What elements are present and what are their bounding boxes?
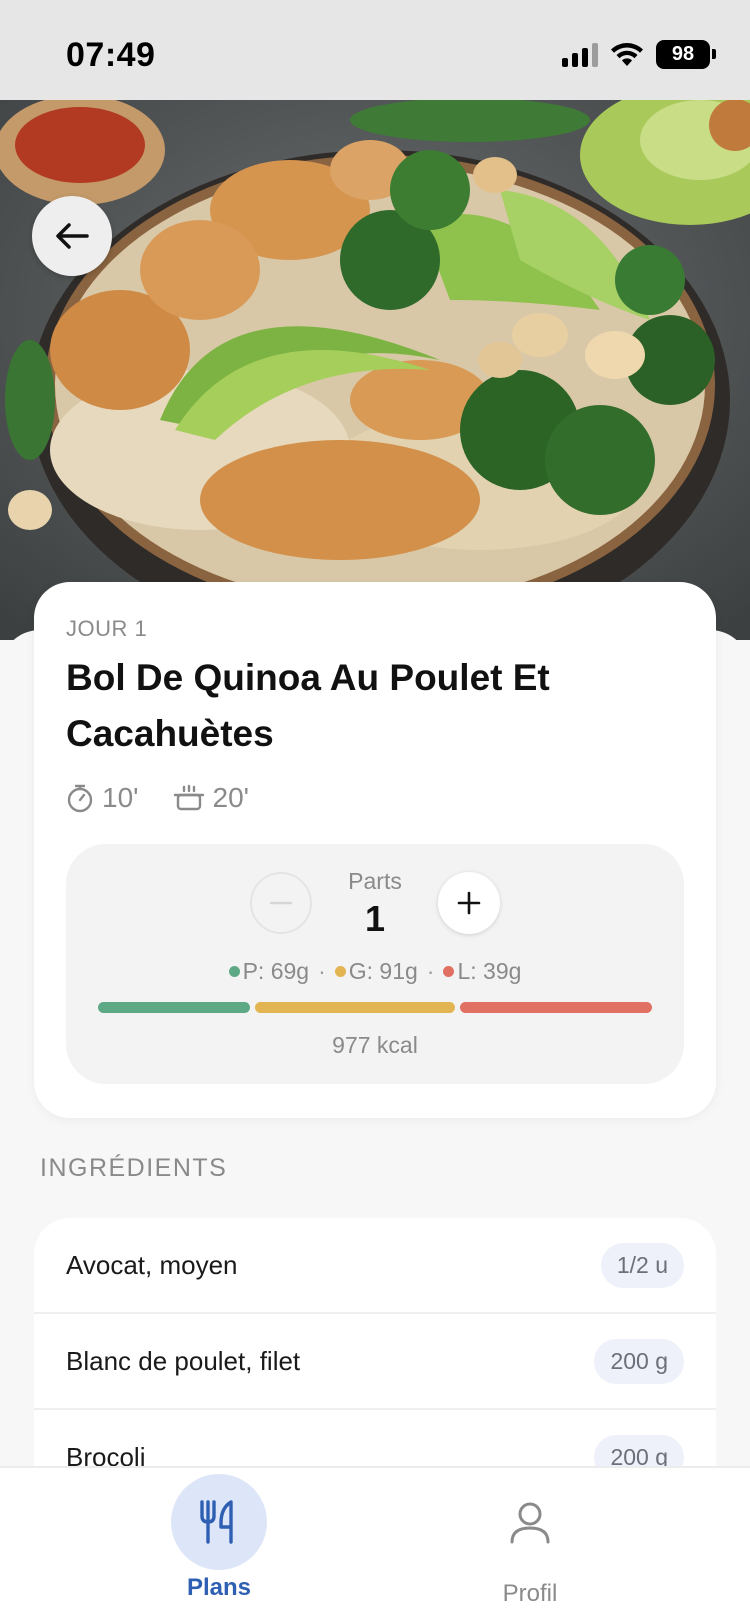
- day-label: JOUR 1: [66, 616, 148, 641]
- recipe-title: Bol De Quinoa Au Poulet Et Cacahuètes: [66, 657, 550, 754]
- kcal-total: 977 kcal: [332, 1032, 418, 1058]
- decrease-portions-button[interactable]: [250, 872, 312, 934]
- macro-distribution-bar: [98, 1002, 652, 1013]
- cook-time: 20': [173, 782, 250, 814]
- fat-segment: [460, 1002, 652, 1013]
- cook-time-value: 20': [212, 782, 250, 813]
- plus-icon: [457, 891, 481, 915]
- stopwatch-icon: [67, 784, 93, 813]
- portion-panel: Parts 1 P: 69g · G: 91g · L: 39g 977 kca…: [66, 844, 684, 1084]
- tab-plans-label: Plans: [186, 1574, 252, 1601]
- ingredients-list: Avocat, moyen 1/2 u Blanc de poulet, fil…: [34, 1218, 716, 1468]
- utensils-icon: [200, 1500, 233, 1544]
- ingredient-row[interactable]: Avocat, moyen 1/2 u: [34, 1218, 716, 1314]
- ingredient-row[interactable]: Blanc de poulet, filet 200 g: [34, 1314, 716, 1410]
- protein-macro: P: 69g: [228, 958, 310, 985]
- portions-value: 1: [364, 898, 386, 939]
- recipe-hero-image: [0, 100, 750, 640]
- macro-separator: ·: [318, 958, 326, 984]
- user-icon: [510, 1502, 550, 1544]
- tab-profile-icon-wrap: [482, 1474, 578, 1570]
- recipe-times: 10' 20': [66, 782, 249, 814]
- status-bar: 07:49 98: [0, 0, 750, 100]
- tab-profile-label: Profil: [502, 1580, 558, 1607]
- tab-plans[interactable]: Plans: [119, 1474, 319, 1602]
- status-icons: 98: [562, 40, 716, 69]
- minus-icon: [269, 901, 293, 905]
- ingredient-name: Brocoli: [66, 1441, 146, 1469]
- pot-icon: [173, 784, 204, 811]
- prep-time-value: 10': [102, 782, 139, 813]
- bottom-tab-bar: Plans Profil: [0, 1466, 750, 1624]
- protein-segment: [98, 1002, 250, 1013]
- fat-macro: L: 39g: [443, 958, 521, 985]
- signal-icon: [562, 42, 598, 67]
- tab-plans-icon-wrap: [171, 1474, 267, 1570]
- macros-summary: P: 69g · G: 91g · L: 39g: [66, 958, 684, 985]
- ingredient-quantity: 1/2 u: [600, 1242, 684, 1288]
- recipe-card: JOUR 1 Bol De Quinoa Au Poulet Et Cacahu…: [34, 582, 716, 1118]
- protein-value: P: 69g: [242, 958, 310, 984]
- carbs-segment: [255, 1002, 455, 1013]
- increase-portions-button[interactable]: [438, 872, 500, 934]
- ingredient-quantity: 200 g: [594, 1338, 684, 1384]
- wifi-icon: [611, 42, 643, 66]
- protein-dot: [228, 966, 240, 977]
- tab-profile[interactable]: Profil: [430, 1474, 630, 1608]
- portions-label: Parts: [348, 868, 402, 894]
- fat-dot: [443, 966, 455, 977]
- carbs-dot: [334, 966, 346, 977]
- prep-time: 10': [66, 782, 139, 814]
- fat-value: L: 39g: [457, 958, 522, 984]
- carbs-macro: G: 91g: [334, 958, 418, 985]
- back-button[interactable]: [32, 196, 112, 276]
- ingredient-name: Blanc de poulet, filet: [66, 1345, 301, 1376]
- ingredients-section-title: INGRÉDIENTS: [40, 1154, 228, 1182]
- macro-separator: ·: [426, 958, 435, 984]
- ingredient-name: Avocat, moyen: [66, 1249, 238, 1280]
- carbs-value: G: 91g: [348, 958, 418, 984]
- status-time: 07:49: [66, 36, 156, 74]
- food-photo-icon: [0, 100, 750, 640]
- ingredient-quantity: 200 g: [594, 1434, 684, 1468]
- battery-indicator: 98: [656, 40, 716, 69]
- arrow-left-icon: [56, 223, 89, 249]
- ingredient-row[interactable]: Brocoli 200 g: [34, 1410, 716, 1468]
